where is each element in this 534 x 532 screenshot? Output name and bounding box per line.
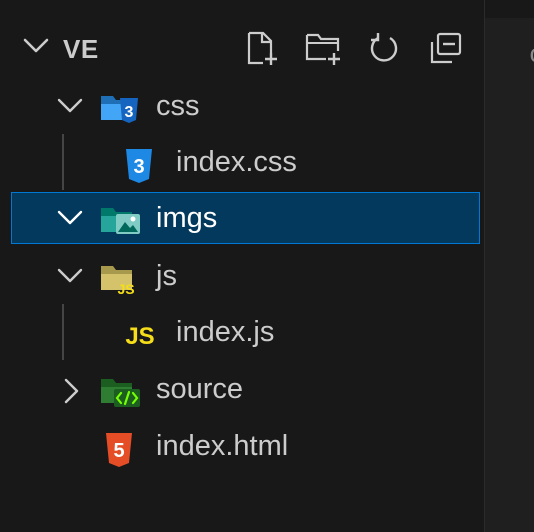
tree-item-index-js[interactable]: JS index.js bbox=[0, 306, 484, 362]
chevron-down-icon[interactable] bbox=[56, 266, 84, 291]
tree-item-index-html[interactable]: 5 index.html bbox=[0, 420, 484, 476]
chevron-down-icon[interactable] bbox=[56, 208, 84, 233]
new-file-button[interactable] bbox=[242, 30, 282, 70]
svg-text:3: 3 bbox=[133, 156, 144, 178]
svg-text:JS: JS bbox=[125, 323, 154, 350]
svg-text:5: 5 bbox=[113, 440, 124, 462]
explorer-root-header[interactable]: VE bbox=[0, 22, 484, 78]
tree-item-label: source bbox=[156, 373, 244, 405]
tree-item-label: css bbox=[156, 90, 200, 122]
new-folder-icon bbox=[304, 29, 344, 72]
js-file-icon: JS bbox=[122, 318, 158, 355]
tree-item-imgs[interactable]: imgs bbox=[0, 192, 484, 248]
images-folder-icon bbox=[100, 204, 142, 241]
tree-item-source[interactable]: source bbox=[0, 363, 484, 419]
new-file-icon bbox=[243, 29, 281, 72]
explorer-panel: VE 3 css 3 index.css imgs JS js JS index… bbox=[0, 0, 484, 532]
collapse-all-icon bbox=[428, 30, 464, 71]
collapse-all-button[interactable] bbox=[426, 30, 466, 70]
css-folder-icon: 3 bbox=[100, 92, 142, 129]
tree-item-css[interactable]: 3 css bbox=[0, 80, 484, 136]
js-folder-icon: JS bbox=[100, 262, 142, 301]
tree-item-label: js bbox=[156, 260, 177, 292]
tree-item-label: imgs bbox=[156, 202, 218, 234]
tree-item-label: index.js bbox=[176, 316, 275, 348]
tree-item-label: index.html bbox=[156, 430, 289, 462]
new-folder-button[interactable] bbox=[304, 30, 344, 70]
chevron-down-icon[interactable] bbox=[22, 36, 50, 61]
chevron-right-icon[interactable] bbox=[62, 377, 82, 410]
editor-tab-bar bbox=[485, 0, 534, 18]
svg-text:JS: JS bbox=[117, 281, 134, 296]
html-file-icon: 5 bbox=[104, 432, 134, 473]
editor-text-peek: c bbox=[529, 40, 534, 70]
tree-item-index-css[interactable]: 3 index.css bbox=[0, 136, 484, 192]
refresh-icon bbox=[366, 30, 402, 71]
css-file-icon: 3 bbox=[124, 148, 154, 189]
root-folder-title[interactable]: VE bbox=[63, 34, 99, 65]
editor-area-edge: c bbox=[484, 0, 534, 532]
svg-text:3: 3 bbox=[125, 104, 134, 121]
tree-item-label: index.css bbox=[176, 146, 297, 178]
refresh-button[interactable] bbox=[364, 30, 404, 70]
source-folder-icon bbox=[100, 375, 142, 414]
chevron-down-icon[interactable] bbox=[56, 96, 84, 121]
tree-item-js[interactable]: JS js bbox=[0, 250, 484, 306]
